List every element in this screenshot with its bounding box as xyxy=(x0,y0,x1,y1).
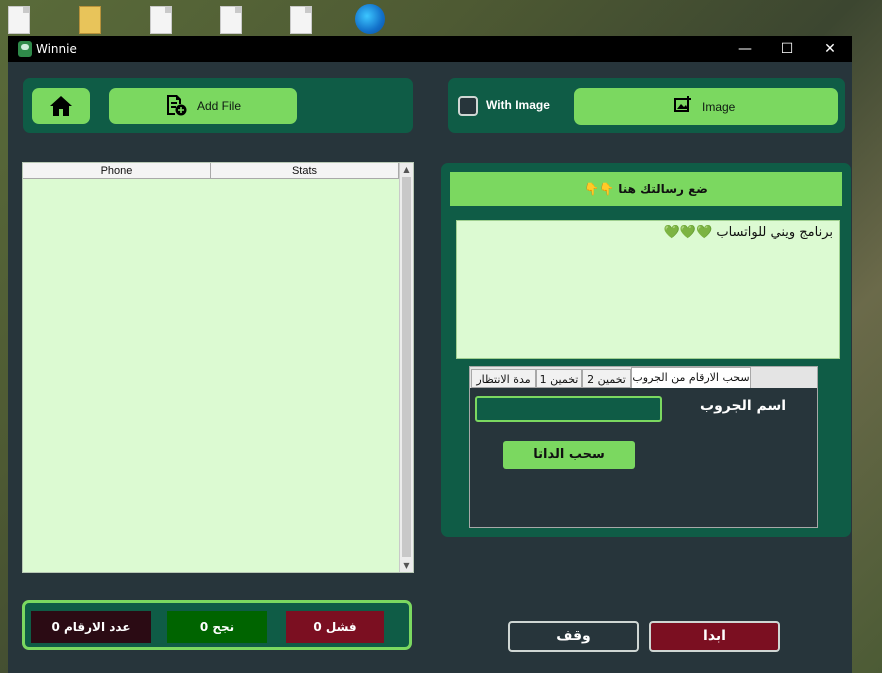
pull-data-button[interactable]: سحب الداتا xyxy=(503,441,635,469)
message-body-text: برنامج ويني للواتساب xyxy=(716,225,833,240)
add-file-icon xyxy=(167,95,187,116)
title-bar[interactable]: Winnie — ☐ ✕ xyxy=(8,36,852,62)
green-hearts-emoji: 💚💚💚 xyxy=(663,225,713,240)
image-toolbar: With Image Image xyxy=(448,78,845,133)
app-window: Winnie — ☐ ✕ Add File With Image Image P… xyxy=(8,36,852,673)
tab-guess-2[interactable]: تخمين 2 xyxy=(582,369,631,388)
scroll-up-arrow-icon[interactable]: ▲ xyxy=(400,163,413,176)
tab-guess-1[interactable]: تخمين 1 xyxy=(536,369,582,388)
app-logo-icon xyxy=(18,41,32,57)
tab-strip: سحب الارقام من الجروب تخمين 2 تخمين 1 مد… xyxy=(469,366,818,389)
message-header-text: ضع رسالتك هنا xyxy=(618,182,708,196)
message-header-emoji: 👇👇 xyxy=(584,182,615,196)
success-count-stat: نجح 0 xyxy=(167,611,267,643)
window-title: Winnie xyxy=(36,42,77,56)
close-button[interactable]: ✕ xyxy=(810,36,850,62)
add-file-label: Add File xyxy=(197,99,242,113)
image-icon xyxy=(674,96,691,112)
desktop-file-icon[interactable] xyxy=(220,6,242,34)
with-image-label: With Image xyxy=(486,98,550,112)
column-header-stats[interactable]: Stats xyxy=(211,163,399,179)
desktop-file-icon[interactable] xyxy=(8,6,30,34)
total-count-stat: عدد الارقام 0 xyxy=(31,611,151,643)
file-toolbar: Add File xyxy=(23,78,413,133)
column-header-phone[interactable]: Phone xyxy=(23,163,211,179)
tab-wait-duration[interactable]: مدة الانتظار xyxy=(471,369,536,388)
minimize-button[interactable]: — xyxy=(725,36,765,62)
message-textarea[interactable]: برنامج ويني للواتساب 💚💚💚 xyxy=(456,220,840,359)
edge-browser-icon[interactable] xyxy=(355,4,385,34)
maximize-button[interactable]: ☐ xyxy=(767,36,807,62)
fail-count-stat: فشل 0 xyxy=(286,611,384,643)
with-image-checkbox[interactable] xyxy=(458,96,478,116)
image-button-label: Image xyxy=(702,100,736,114)
numbers-table[interactable]: Phone Stats ▲ ▼ xyxy=(22,162,414,573)
home-button[interactable] xyxy=(32,88,90,124)
desktop-folder-icon[interactable] xyxy=(79,6,101,34)
group-name-label: اسم الجروب xyxy=(700,398,787,414)
tab-pull-group-numbers[interactable]: سحب الارقام من الجروب xyxy=(631,367,751,389)
start-button[interactable]: ابدا xyxy=(649,621,780,652)
add-file-button[interactable]: Add File xyxy=(109,88,297,124)
scrollbar-thumb[interactable] xyxy=(402,177,411,557)
desktop-file-icon[interactable] xyxy=(150,6,172,34)
desktop-icons xyxy=(0,0,882,38)
scroll-down-arrow-icon[interactable]: ▼ xyxy=(400,559,413,572)
group-name-input[interactable] xyxy=(475,396,662,422)
table-scrollbar[interactable]: ▲ ▼ xyxy=(399,163,413,572)
image-button[interactable]: Image xyxy=(574,88,838,125)
stop-button[interactable]: وقف xyxy=(508,621,639,652)
desktop-file-icon[interactable] xyxy=(290,6,312,34)
home-icon xyxy=(50,96,72,116)
stats-bar: عدد الارقام 0 نجح 0 فشل 0 xyxy=(22,600,412,650)
message-header: 👇👇 ضع رسالتك هنا xyxy=(450,172,842,206)
